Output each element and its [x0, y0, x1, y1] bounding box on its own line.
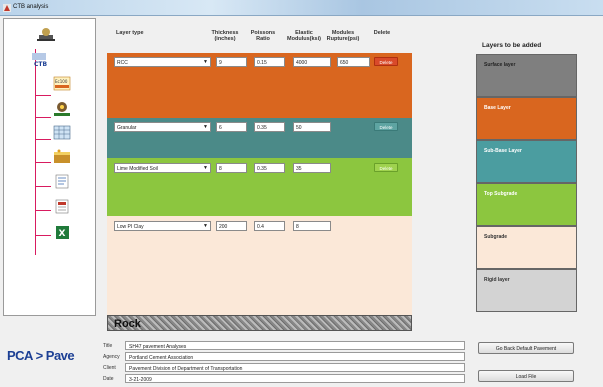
add-sub-base-layer[interactable]: Sub-Base Layer: [476, 140, 577, 183]
client-label: Client: [103, 365, 116, 371]
header-thickness: Thickness (inches): [211, 30, 239, 42]
delete-button[interactable]: Delete: [374, 122, 398, 131]
document-icon[interactable]: [53, 174, 71, 189]
poissons-input[interactable]: 0.35: [254, 163, 285, 173]
svg-text:CTB: CTB: [34, 61, 47, 67]
thickness-input[interactable]: 8: [216, 163, 247, 173]
pavement-editor: Layer type Thickness (inches) Poissons R…: [100, 18, 470, 387]
thickness-input[interactable]: 200: [216, 221, 247, 231]
date-label: Date: [103, 376, 114, 382]
layer-band-rcc: RCC ▼ 9 0.15 4000 650 Delete: [107, 53, 412, 118]
layer-type-select[interactable]: Lime Modified Soil ▼: [114, 163, 211, 173]
rock-layer: Rock: [107, 315, 412, 331]
default-pavement-button[interactable]: Go Back Default Pavement: [478, 342, 574, 354]
dropdown-arrow-icon: ▼: [203, 59, 208, 65]
header-layer-type: Layer type: [116, 30, 144, 36]
delete-button[interactable]: Delete: [374, 163, 398, 172]
sensor-icon[interactable]: [53, 101, 71, 116]
agency-field[interactable]: Portland Cement Association: [125, 352, 465, 361]
layer-band-lime-modified-soil: Lime Modified Soil ▼ 8 0.35 35 Delete: [107, 158, 412, 216]
elastic-input[interactable]: 8: [293, 221, 331, 231]
agency-label: Agency: [103, 354, 120, 360]
title-field[interactable]: SH47 pavement Analyses: [125, 341, 465, 350]
app-icon: [3, 4, 11, 12]
add-top-subgrade[interactable]: Top Subgrade: [476, 183, 577, 226]
elastic-input[interactable]: 4000: [293, 57, 331, 67]
layer-band-granular: Granular ▼ 6 0.35 50 Delete: [107, 118, 412, 158]
layer-type-select[interactable]: Granular ▼: [114, 122, 211, 132]
ec100-icon[interactable]: Ec100: [53, 76, 71, 91]
soil-icon[interactable]: [53, 149, 71, 164]
grid-icon[interactable]: [53, 125, 71, 140]
elastic-input[interactable]: 35: [293, 163, 331, 173]
ctb-icon[interactable]: CTB: [30, 52, 48, 67]
tree-panel: CTB Ec100 X: [3, 18, 96, 316]
layers-to-add-title: Layers to be added: [482, 42, 542, 49]
add-surface-layer[interactable]: Surface layer: [476, 54, 577, 97]
load-file-button[interactable]: Load File: [478, 370, 574, 382]
svg-text:X: X: [59, 229, 66, 239]
logo-text: PCA > Pave: [7, 348, 75, 363]
date-field[interactable]: 3-21-2009: [125, 374, 465, 383]
layer-band-low-pi-clay: Low PI Clay ▼ 200 0.4 8: [107, 216, 412, 315]
pca-pave-logo: PCA > Pave: [3, 340, 96, 380]
layer-type-select[interactable]: Low PI Clay ▼: [114, 221, 211, 231]
title-bar: CTB analysis: [0, 0, 603, 16]
header-delete: Delete: [373, 30, 391, 36]
layers-to-add-panel: Layers to be added Surface layer Base La…: [470, 18, 603, 387]
thickness-input[interactable]: 6: [216, 122, 247, 132]
header-elastic: Elastic Modulus(ksi): [287, 30, 321, 42]
poissons-input[interactable]: 0.15: [254, 57, 285, 67]
chart-doc-icon[interactable]: [53, 199, 71, 214]
title-label: Title: [103, 343, 113, 349]
client-field[interactable]: Pavement Division of Department of Trans…: [125, 363, 465, 372]
thickness-input[interactable]: 9: [216, 57, 247, 67]
rock-label: Rock: [114, 318, 141, 330]
window-title: CTB analysis: [13, 4, 49, 10]
boring-rig-icon[interactable]: [37, 26, 55, 41]
rupture-input[interactable]: 650: [337, 57, 370, 67]
svg-text:Ec100: Ec100: [55, 79, 68, 84]
header-poissons: Poissons Ratio: [250, 30, 276, 42]
elastic-input[interactable]: 50: [293, 122, 331, 132]
excel-icon[interactable]: X: [53, 225, 71, 240]
add-base-layer[interactable]: Base Layer: [476, 97, 577, 140]
dropdown-arrow-icon: ▼: [203, 223, 208, 229]
add-subgrade[interactable]: Subgrade: [476, 226, 577, 269]
delete-button[interactable]: Delete: [374, 57, 398, 66]
poissons-input[interactable]: 0.35: [254, 122, 285, 132]
dropdown-arrow-icon: ▼: [203, 124, 208, 130]
poissons-input[interactable]: 0.4: [254, 221, 285, 231]
add-rigid-layer[interactable]: Rigid layer: [476, 269, 577, 312]
header-rupture: Modules Rupture(psi): [326, 30, 360, 42]
dropdown-arrow-icon: ▼: [203, 165, 208, 171]
layer-type-select[interactable]: RCC ▼: [114, 57, 211, 67]
